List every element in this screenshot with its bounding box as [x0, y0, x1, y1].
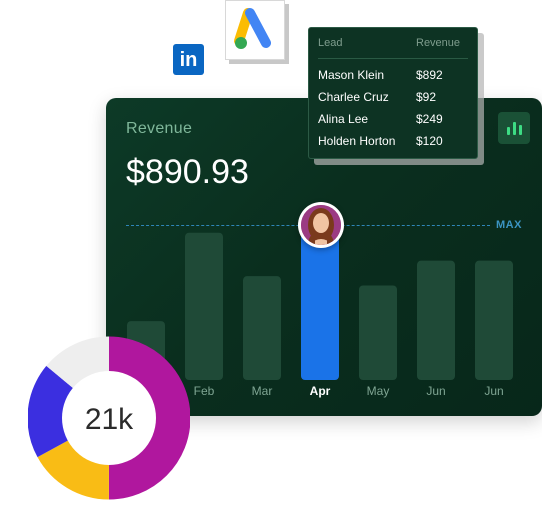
chart-bar[interactable]: [475, 260, 513, 380]
avatar-photo: [301, 205, 341, 245]
chart-bar[interactable]: [243, 276, 281, 380]
linkedin-logo: in: [173, 44, 204, 75]
max-label: MAX: [496, 219, 522, 231]
lead-revenue: $92: [416, 90, 437, 104]
lead-revenue: $249: [416, 112, 443, 126]
lead-name: Alina Lee: [318, 112, 369, 126]
lead-name: Mason Klein: [318, 68, 385, 82]
donut-chart: 21k: [28, 336, 190, 500]
google-ads-icon: [234, 8, 271, 49]
chart-bar[interactable]: [301, 225, 339, 380]
chart-x-label: Jun: [484, 384, 503, 398]
chart-x-label: Apr: [310, 384, 331, 398]
person-avatar-icon: [301, 205, 341, 245]
chart-bar[interactable]: [185, 232, 223, 380]
avatar: [298, 202, 344, 248]
lead-header: Lead: [318, 37, 343, 49]
chart-x-label: Feb: [194, 384, 215, 398]
lead-name: Holden Horton: [318, 134, 396, 148]
linkedin-logo-text: in: [179, 49, 198, 71]
lead-revenue: $892: [416, 68, 443, 82]
chart-bar[interactable]: [359, 285, 397, 380]
lead-revenue: $120: [416, 134, 443, 148]
lead-name: Charlee Cruz: [318, 90, 389, 104]
google-ads-logo: [225, 0, 285, 60]
lead-divider: [318, 58, 468, 59]
chart-x-label: Mar: [252, 384, 273, 398]
revenue-header: Revenue: [416, 37, 461, 49]
chart-bar[interactable]: [417, 260, 455, 380]
lead-table: Lead Revenue Mason Klein $892 Charlee Cr…: [308, 27, 478, 159]
chart-x-label: Jun: [426, 384, 445, 398]
chart-x-label: May: [367, 384, 390, 398]
donut-center-label: 21k: [85, 403, 134, 436]
